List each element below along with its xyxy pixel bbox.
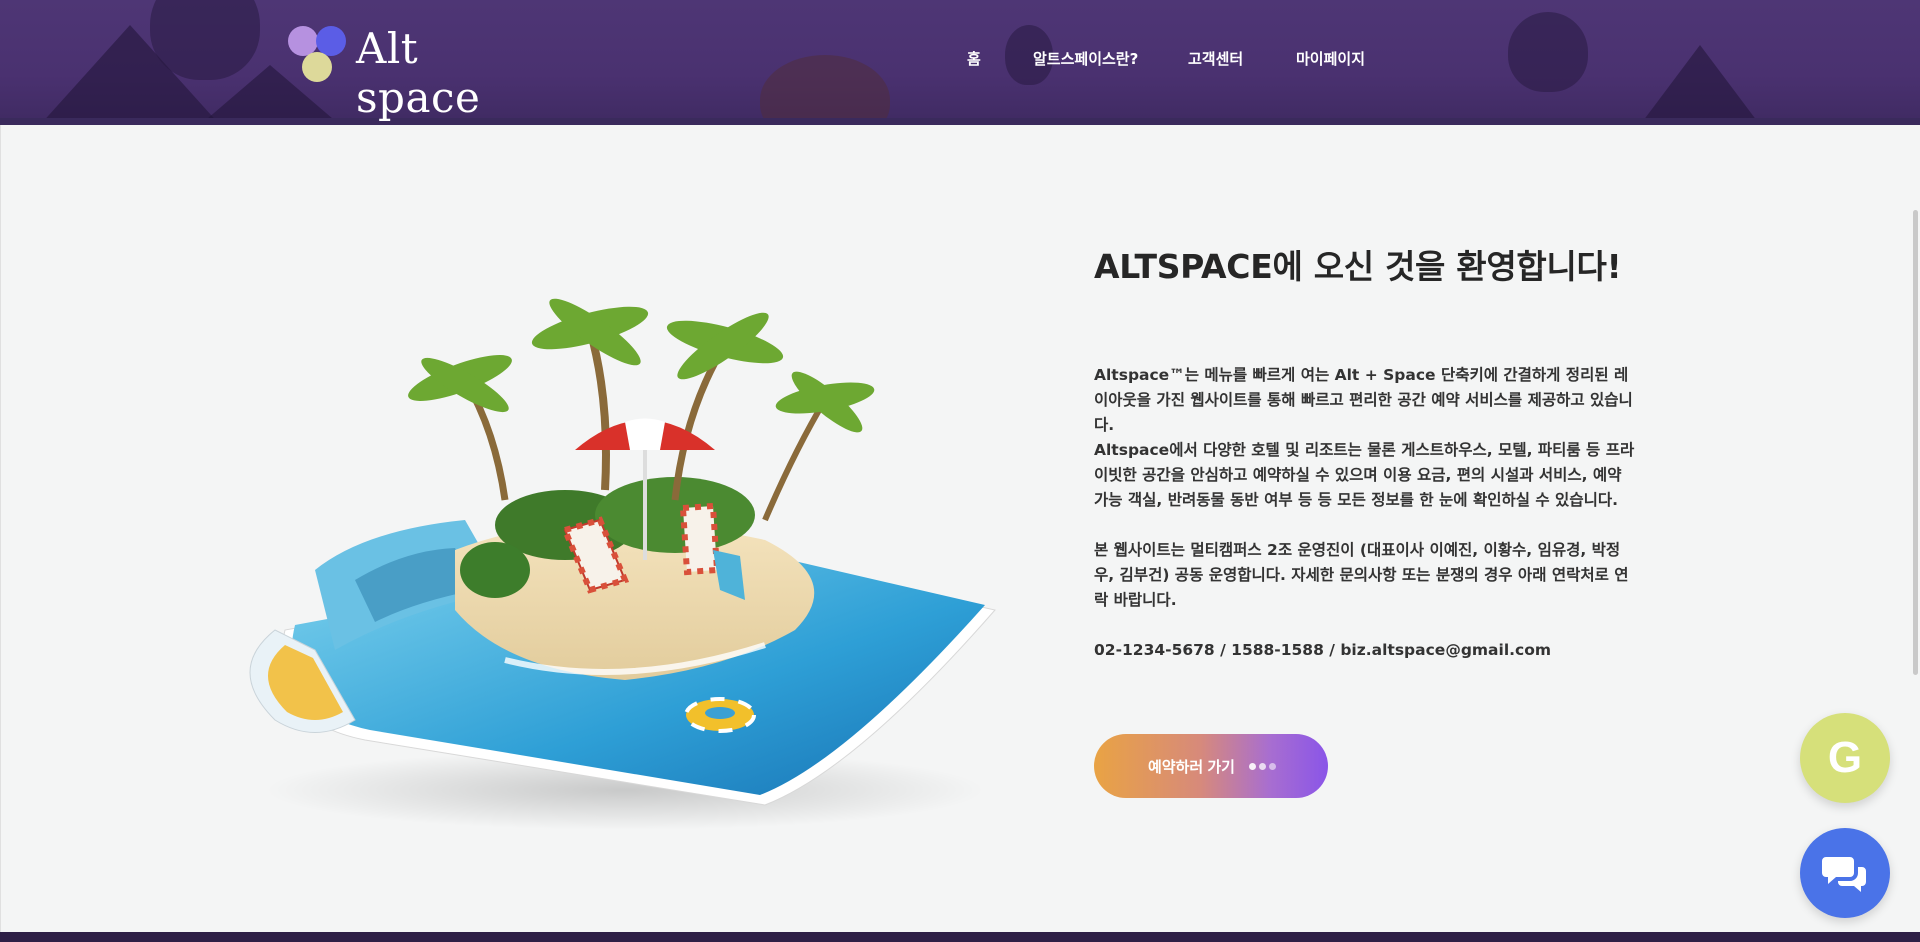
g-floating-button[interactable]: G: [1800, 713, 1890, 803]
dots-icon: [1248, 762, 1276, 770]
page-title: ALTSPACE에 오신 것을 환영합니다!: [1094, 247, 1622, 286]
chat-bubbles-icon: [1822, 857, 1866, 892]
page-left-edge: [0, 125, 1, 935]
island-magazine-image: [249, 298, 996, 830]
nav-item-mypage[interactable]: 마이페이지: [1296, 48, 1365, 69]
nav-item-support[interactable]: 고객센터: [1188, 48, 1243, 69]
footer-strip: [0, 932, 1920, 942]
reserve-button-label: 예약하러 가기: [1148, 758, 1235, 776]
g-letter-icon: G: [1827, 733, 1863, 782]
nav-item-about[interactable]: 알트스페이스란?: [1033, 48, 1138, 69]
intro-paragraph-1: Altspace™는 메뉴를 빠르게 여는 Alt + Space 단축키에 간…: [1094, 366, 1633, 434]
logo-dot-yellow: [302, 52, 332, 82]
site-logo[interactable]: Alt space: [288, 22, 548, 122]
nav-item-home[interactable]: 홈: [967, 48, 981, 69]
intro-paragraph-3: 본 웹사이트는 멀티캠퍼스 2조 운영진이 (대표이사 이예진, 이황수, 임유…: [1094, 541, 1629, 609]
intro-paragraph-2: Altspace에서 다양한 호텔 및 리조트는 물론 게스트하우스, 모텔, …: [1094, 441, 1635, 509]
reserve-button[interactable]: 예약하러 가기: [1094, 734, 1328, 798]
balloon-silhouette: [1508, 12, 1588, 92]
logo-text: Alt space: [356, 24, 481, 122]
chat-floating-button[interactable]: [1800, 828, 1890, 918]
contact-info: 02-1234-5678 / 1588-1588 / biz.altspace@…: [1094, 641, 1552, 659]
header-bottom-strip: [0, 118, 1920, 125]
scrollbar-thumb[interactable]: [1913, 210, 1918, 675]
hero-island-illustration: [205, 250, 1005, 830]
balloon-silhouette: [760, 55, 890, 125]
welcome-section: ALTSPACE에 오신 것을 환영합니다! Altspace™는 메뉴를 빠르…: [1094, 240, 1639, 659]
site-header: Alt space 홈 알트스페이스란? 고객센터 마이페이지: [0, 0, 1920, 125]
mountain-silhouette: [1640, 45, 1760, 125]
